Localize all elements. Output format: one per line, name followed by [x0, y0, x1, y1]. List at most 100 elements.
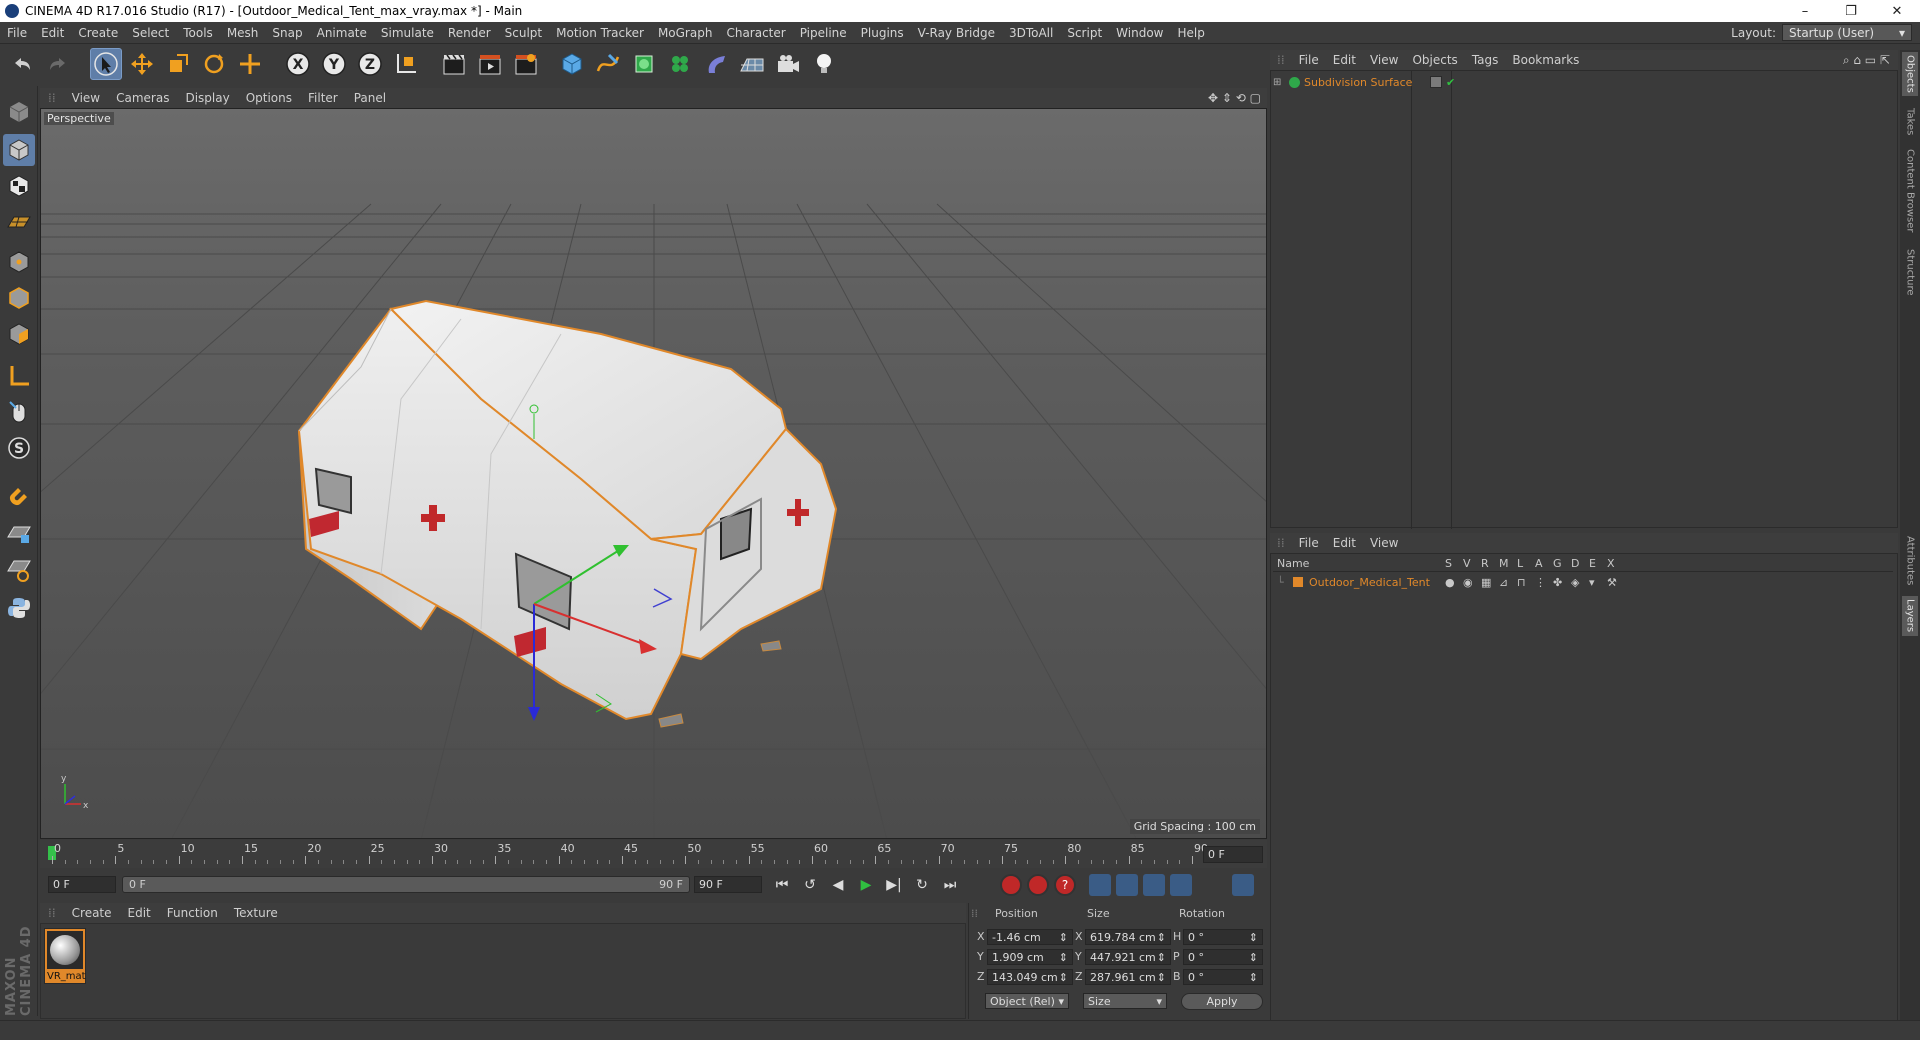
step-back-icon[interactable]: ◀	[826, 874, 850, 896]
previous-key-icon[interactable]: ↺	[798, 874, 822, 896]
record-key-icon[interactable]	[1000, 874, 1022, 896]
undo-button[interactable]	[6, 48, 38, 80]
tab-takes[interactable]: Takes	[1902, 102, 1918, 142]
cube-primitive-button[interactable]	[556, 48, 588, 80]
transform-tool[interactable]	[234, 48, 266, 80]
size-z-field[interactable]: 287.961 cm ⇕	[1085, 969, 1171, 985]
spline-pen-button[interactable]	[592, 48, 624, 80]
make-editable-button[interactable]	[3, 96, 35, 128]
current-frame-field[interactable]: 0 F	[1203, 846, 1263, 863]
maximize-button[interactable]: ❐	[1828, 0, 1874, 22]
tab-structure[interactable]: Structure	[1902, 242, 1918, 302]
objects-menu-bookmarks[interactable]: Bookmarks	[1505, 53, 1586, 67]
keyframe-selection-icon[interactable]: ?	[1054, 874, 1076, 896]
menu-sculpt[interactable]: Sculpt	[498, 26, 549, 40]
z-axis-lock-button[interactable]: Z	[354, 48, 386, 80]
x-axis-lock-button[interactable]: X	[282, 48, 314, 80]
menu-edit[interactable]: Edit	[34, 26, 71, 40]
menu-vray-bridge[interactable]: V-Ray Bridge	[911, 26, 1002, 40]
tab-layers[interactable]: Layers	[1902, 596, 1918, 636]
objects-menu-tags[interactable]: Tags	[1465, 53, 1506, 67]
go-to-end-icon[interactable]: ⏭	[938, 874, 962, 896]
material-menu-create[interactable]: Create	[64, 906, 120, 920]
expand-plus-icon[interactable]: ⊞	[1273, 77, 1285, 88]
viewport-menu-filter[interactable]: Filter	[300, 91, 346, 105]
redo-button[interactable]	[42, 48, 74, 80]
max-time-field[interactable]: 90 F	[694, 876, 762, 893]
menu-select[interactable]: Select	[125, 26, 176, 40]
tab-content-browser[interactable]: Content Browser	[1902, 146, 1918, 236]
menu-window[interactable]: Window	[1109, 26, 1170, 40]
axis-mode-button[interactable]	[3, 360, 35, 392]
material-menu-function[interactable]: Function	[159, 906, 226, 920]
texture-mode-button[interactable]	[3, 170, 35, 202]
go-to-start-icon[interactable]: ⏮	[770, 874, 794, 896]
viewport-menu-cameras[interactable]: Cameras	[108, 91, 177, 105]
enabled-check-icon[interactable]: ✔	[1446, 76, 1455, 89]
objects-menu-edit[interactable]: Edit	[1326, 53, 1363, 67]
object-manager-nav-icons[interactable]: ⌕ ⌂ ▭ ⇱	[1843, 53, 1890, 68]
rotate-tool[interactable]	[198, 48, 230, 80]
step-forward-icon[interactable]: ▶|	[882, 874, 906, 896]
rotation-h-field[interactable]: 0 ° ⇕	[1183, 929, 1263, 945]
layers-menu-file[interactable]: File	[1292, 536, 1326, 550]
viewport-nav-icons[interactable]: ✥ ⇕ ⟲ ▢	[1208, 91, 1261, 105]
snapping-button[interactable]	[3, 478, 35, 510]
menu-mesh[interactable]: Mesh	[220, 26, 266, 40]
python-script-button[interactable]	[3, 592, 35, 624]
menu-motion-tracker[interactable]: Motion Tracker	[549, 26, 651, 40]
floor-object-button[interactable]	[736, 48, 768, 80]
layout-dropdown[interactable]: Startup (User) ▾	[1782, 24, 1912, 41]
position-x-field[interactable]: -1.46 cm ⇕	[987, 929, 1073, 945]
menu-plugins[interactable]: Plugins	[854, 26, 911, 40]
next-key-icon[interactable]: ↻	[910, 874, 934, 896]
render-view-button[interactable]	[438, 48, 470, 80]
viewport-menu-panel[interactable]: Panel	[346, 91, 394, 105]
points-mode-button[interactable]	[3, 246, 35, 278]
menu-render[interactable]: Render	[441, 26, 498, 40]
size-x-field[interactable]: 619.784 cm ⇕	[1085, 929, 1171, 945]
layers-menu-edit[interactable]: Edit	[1326, 536, 1363, 550]
layer-color-swatch[interactable]	[1293, 577, 1303, 587]
timeline-window-icon[interactable]	[1232, 874, 1254, 896]
planar-workplane-button[interactable]	[3, 554, 35, 586]
polygons-mode-button[interactable]	[3, 318, 35, 350]
live-selection-tool[interactable]	[90, 48, 122, 80]
light-object-button[interactable]	[808, 48, 840, 80]
y-axis-lock-button[interactable]: Y	[318, 48, 350, 80]
manager-toggle-icon[interactable]: ⊿	[1499, 576, 1517, 589]
subdivision-surface-button[interactable]	[628, 48, 660, 80]
object-row-subdivision-surface[interactable]: ⊞ Subdivision Surface ✔	[1273, 73, 1893, 91]
menu-create[interactable]: Create	[71, 26, 125, 40]
deformer-button[interactable]	[700, 48, 732, 80]
size-mode-dropdown[interactable]: Size ▾	[1083, 993, 1167, 1009]
rotation-p-field[interactable]: 0 ° ⇕	[1183, 949, 1263, 965]
lock-toggle-icon[interactable]: ⊓	[1517, 576, 1535, 589]
workplane-mode-button[interactable]	[3, 206, 35, 238]
menu-character[interactable]: Character	[719, 26, 792, 40]
layer-row-outdoor-medical-tent[interactable]: └ Outdoor_Medical_Tent ● ◉ ▦ ⊿ ⊓ ⋮ ✤ ◈ ▾…	[1273, 574, 1893, 590]
expressions-toggle-icon[interactable]: ▾	[1589, 576, 1607, 589]
editor-visibility-icon[interactable]	[1430, 76, 1442, 88]
menu-help[interactable]: Help	[1170, 26, 1211, 40]
material-menu-edit[interactable]: Edit	[120, 906, 159, 920]
edges-mode-button[interactable]	[3, 282, 35, 314]
minimize-button[interactable]: –	[1782, 0, 1828, 22]
point-level-key-icon[interactable]	[1197, 874, 1219, 896]
animation-toggle-icon[interactable]: ⋮	[1535, 576, 1553, 589]
position-z-field[interactable]: 143.049 cm ⇕	[987, 969, 1073, 985]
perspective-viewport[interactable]: y x Grid Spacing : 100 cm	[40, 108, 1267, 839]
render-toggle-icon[interactable]: ▦	[1481, 576, 1499, 589]
auto-key-icon[interactable]	[1027, 874, 1049, 896]
coordinate-system-button[interactable]	[390, 48, 422, 80]
xref-toggle-icon[interactable]: ⚒	[1607, 576, 1625, 589]
material-menu-texture[interactable]: Texture	[226, 906, 286, 920]
material-swatch-vr-mat[interactable]: VR_mat	[44, 928, 86, 984]
menu-file[interactable]: File	[0, 26, 34, 40]
viewport-menu-display[interactable]: Display	[177, 91, 237, 105]
menu-pipeline[interactable]: Pipeline	[793, 26, 854, 40]
solo-toggle-icon[interactable]: ●	[1445, 576, 1463, 589]
timeline-ruler[interactable]: 0 5 10 15 20 25 30 35 40 45 50 55 60 65 70 75 80 85 90 0 F	[40, 840, 1267, 868]
menu-script[interactable]: Script	[1060, 26, 1109, 40]
position-key-icon[interactable]	[1089, 874, 1111, 896]
